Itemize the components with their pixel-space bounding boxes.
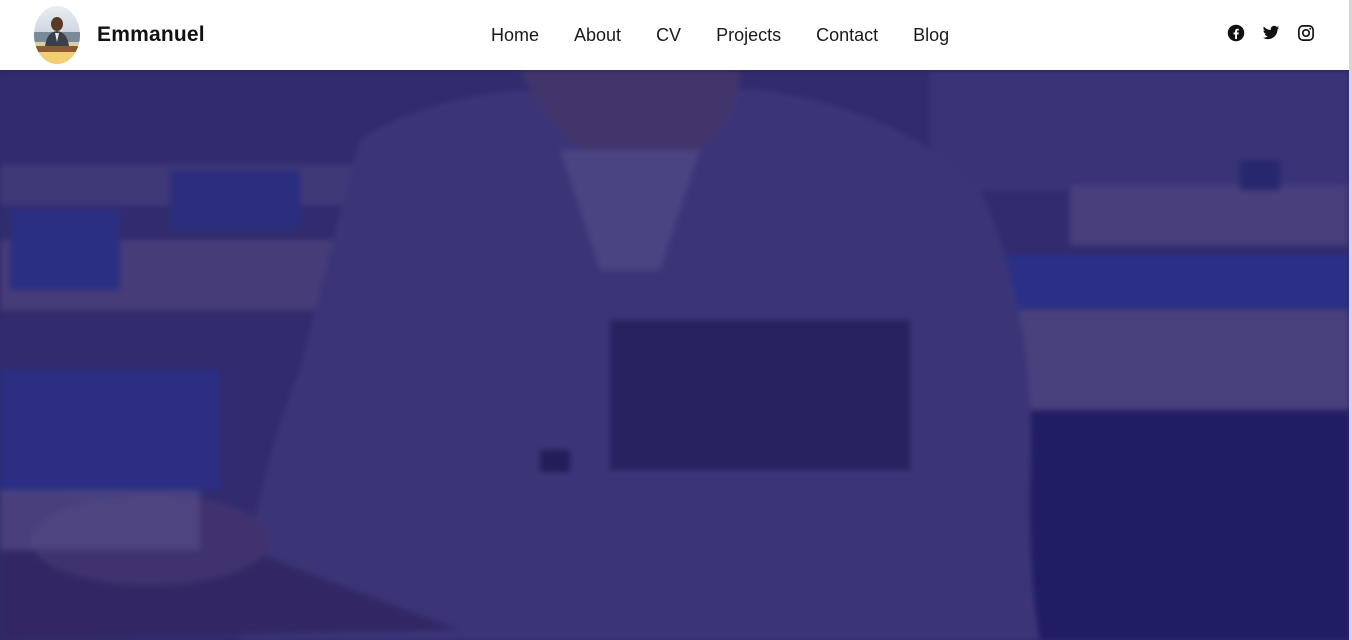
- main-nav: Home About CV Projects Contact Blog: [491, 0, 949, 70]
- avatar: [34, 6, 80, 64]
- social-links: [1227, 24, 1315, 42]
- hero-background: [0, 70, 1349, 640]
- twitter-icon[interactable]: [1262, 24, 1280, 42]
- hero-overlay: [0, 70, 1349, 640]
- nav-item-cv[interactable]: CV: [656, 25, 681, 46]
- instagram-icon[interactable]: [1297, 24, 1315, 42]
- nav-item-home[interactable]: Home: [491, 25, 539, 46]
- nav-item-blog[interactable]: Blog: [913, 25, 949, 46]
- top-navbar: Emmanuel Home About CV Projects Contact …: [0, 0, 1349, 70]
- nav-item-contact[interactable]: Contact: [816, 25, 878, 46]
- nav-item-about[interactable]: About: [574, 25, 621, 46]
- facebook-icon[interactable]: [1227, 24, 1245, 42]
- brand-name: Emmanuel: [97, 23, 205, 46]
- nav-item-projects[interactable]: Projects: [716, 25, 781, 46]
- brand[interactable]: Emmanuel: [34, 6, 205, 64]
